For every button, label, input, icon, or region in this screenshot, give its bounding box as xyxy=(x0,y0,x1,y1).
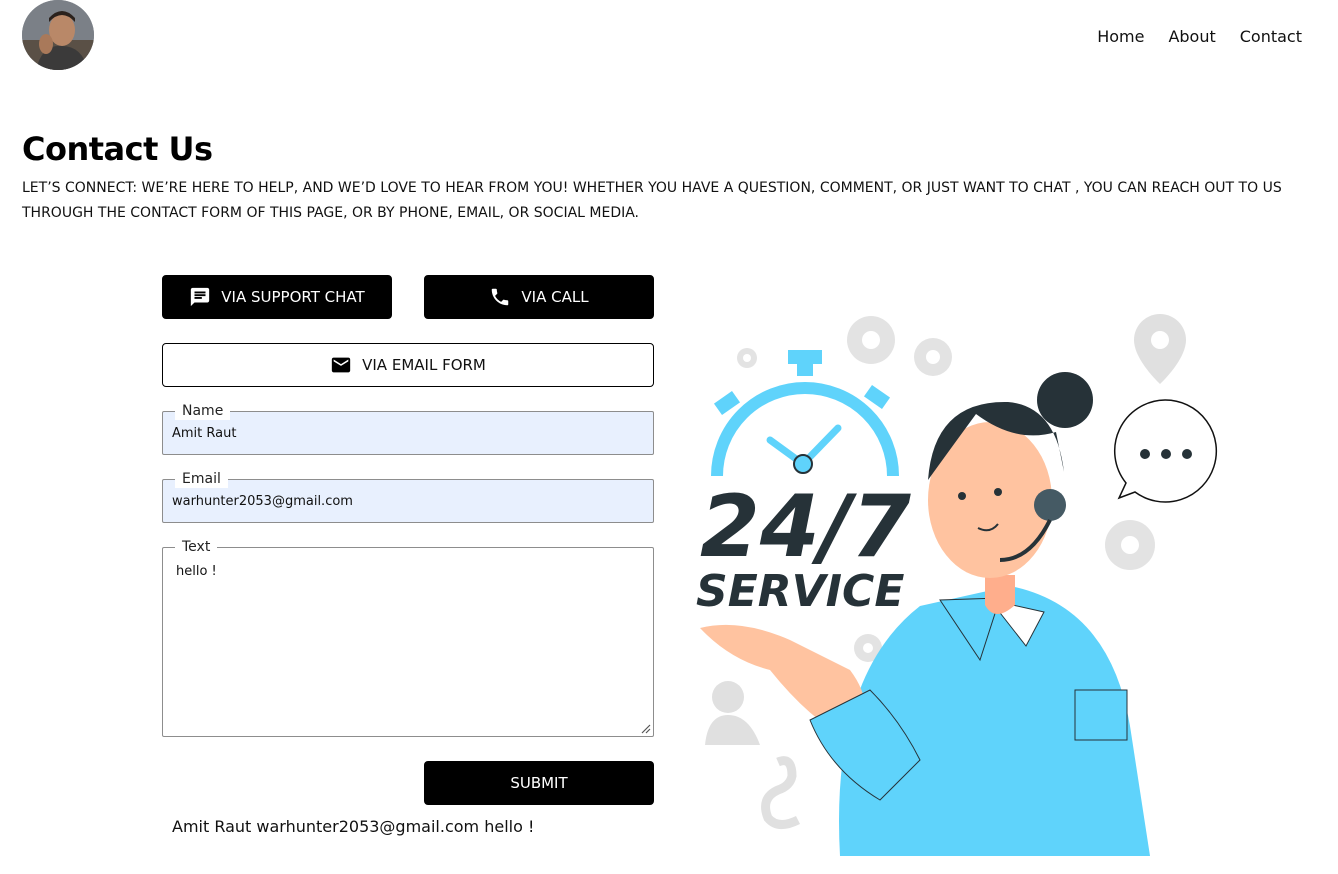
user-silhouette-icon xyxy=(705,681,760,745)
support-chat-button[interactable]: VIA SUPPORT CHAT xyxy=(162,275,392,319)
nav-home-link[interactable]: Home xyxy=(1097,27,1144,46)
resize-grip-icon[interactable] xyxy=(641,724,651,734)
message-textarea[interactable]: hello ! xyxy=(163,548,653,736)
submit-label: SUBMIT xyxy=(510,774,568,792)
submitted-output: Amit Raut warhunter2053@gmail.com hello … xyxy=(172,817,535,836)
mail-icon xyxy=(331,357,351,373)
main-nav: Home About Contact xyxy=(1097,27,1302,46)
text-field: Text hello ! xyxy=(162,538,654,737)
service-hours-text: 24/7 xyxy=(700,477,911,577)
email-input[interactable] xyxy=(163,480,653,522)
page-title: Contact Us xyxy=(22,130,213,168)
name-field-label: Name xyxy=(175,402,231,420)
call-label: VIA CALL xyxy=(521,288,589,306)
name-field: Name xyxy=(162,402,654,455)
email-field-label: Email xyxy=(175,470,228,488)
support-chat-label: VIA SUPPORT CHAT xyxy=(221,288,365,306)
intro-text: LET’S CONNECT: WE’RE HERE TO HELP, AND W… xyxy=(22,180,1282,221)
support-agent-illustration: 24/7 SERVICE xyxy=(696,314,1218,856)
nav-about-link[interactable]: About xyxy=(1168,27,1215,46)
service-label-text: SERVICE xyxy=(696,566,904,617)
name-input[interactable] xyxy=(163,412,653,454)
email-field: Email xyxy=(162,470,654,523)
chat-bubble-icon xyxy=(1113,399,1218,503)
chat-icon xyxy=(191,287,210,307)
text-field-label: Text xyxy=(175,538,218,556)
email-form-button[interactable]: VIA EMAIL FORM xyxy=(162,343,654,387)
email-form-label: VIA EMAIL FORM xyxy=(362,356,486,374)
phone-icon xyxy=(492,288,509,306)
call-button[interactable]: VIA CALL xyxy=(424,275,654,319)
nav-contact-link[interactable]: Contact xyxy=(1240,27,1302,46)
stopwatch-icon xyxy=(711,350,899,477)
question-mark-icon xyxy=(761,756,801,829)
submit-button[interactable]: SUBMIT xyxy=(424,761,654,805)
avatar xyxy=(22,0,94,70)
